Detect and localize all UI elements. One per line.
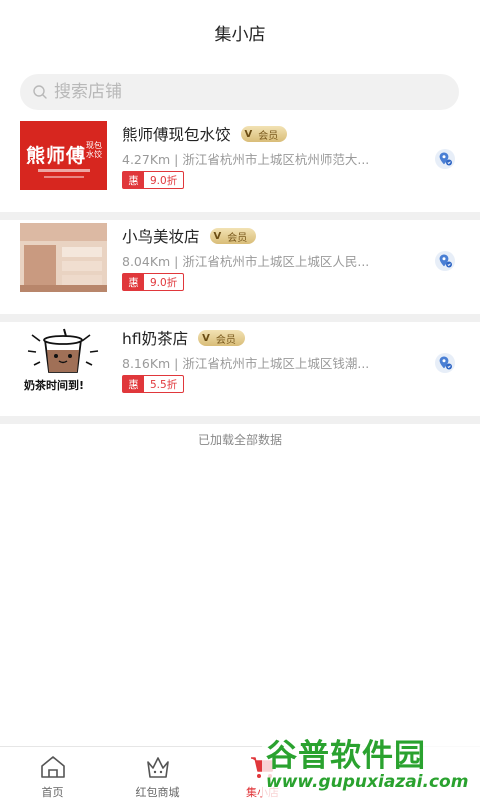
discount-tag: 惠: [123, 376, 144, 392]
discount-rate: 5.5折: [150, 378, 178, 391]
store-name: hfl奶茶店: [122, 330, 189, 348]
logo-text: 熊师傅: [26, 145, 87, 167]
tab-label: 首页: [41, 786, 64, 799]
location-navigate-icon[interactable]: [434, 352, 456, 374]
home-icon: [40, 756, 65, 778]
discount-rate: 9.0折: [150, 276, 178, 289]
discount-badge: 惠 9.0折: [122, 273, 185, 291]
member-badge: V 会员: [198, 330, 245, 346]
store-logo-xiongshifu: 熊师傅 现包水饺: [20, 121, 107, 190]
store-item[interactable]: 熊师傅 现包水饺 熊师傅现包水饺 V 会员 4.27Km | 浙江省杭州市上城区杭…: [0, 118, 480, 212]
store-name: 熊师傅现包水饺: [122, 126, 231, 144]
discount-tag: 惠: [123, 274, 144, 290]
search-icon: [33, 85, 47, 99]
divider: [0, 212, 480, 220]
store-item[interactable]: 小鸟美妆店 V 会员 8.04Km | 浙江省杭州市上城区上城区人民... 惠 9…: [0, 220, 480, 314]
store-list: 熊师傅 现包水饺 熊师傅现包水饺 V 会员 4.27Km | 浙江省杭州市上城区杭…: [0, 118, 480, 424]
vip-icon: V: [202, 332, 210, 344]
all-loaded-text: 已加载全部数据: [197, 433, 282, 447]
logo-caption: 奶茶时间到!: [24, 379, 85, 392]
watermark-url: www.gupuxiazai.com: [266, 772, 469, 792]
store-distance-address: 8.04Km | 浙江省杭州市上城区上城区人民...: [122, 254, 370, 269]
location-navigate-icon[interactable]: [434, 250, 456, 272]
member-label: 会员: [227, 232, 248, 244]
store-name: 小鸟美妆店: [122, 228, 200, 246]
store-photo-xiaoniao: [20, 223, 107, 292]
member-label: 会员: [258, 130, 279, 142]
store-logo-milk-tea: 奶茶时间到!: [20, 325, 107, 394]
page-header: 集小店: [0, 0, 480, 64]
store-distance-address: 4.27Km | 浙江省杭州市上城区杭州师范大...: [122, 152, 370, 167]
vip-icon: V: [213, 230, 222, 242]
member-label: 会员: [215, 334, 236, 346]
vip-icon: V: [244, 128, 253, 140]
tab-label: 红包商城: [135, 786, 180, 799]
watermark: 谷普软件园 www.gupuxiazai.com: [262, 726, 480, 800]
tab-red-packet-mall[interactable]: 红包商城: [105, 747, 210, 800]
page-title: 集小店: [214, 24, 266, 45]
store-item[interactable]: 奶茶时间到! hfl奶茶店 V 会员 8.16Km | 浙江省杭州市上城区上城区钱…: [0, 322, 480, 416]
divider: [0, 416, 480, 424]
logo-side-text: 现包水饺: [86, 141, 102, 159]
location-navigate-icon[interactable]: [434, 148, 456, 170]
member-badge: V 会员: [209, 228, 257, 244]
member-badge: V 会员: [240, 126, 288, 142]
crown-icon: [146, 757, 169, 778]
discount-rate: 9.0折: [150, 174, 178, 187]
search-input[interactable]: [54, 82, 434, 102]
watermark-title: 谷普软件园: [266, 738, 426, 774]
search-bar[interactable]: [20, 74, 459, 110]
store-distance-address: 8.16Km | 浙江省杭州市上城区上城区钱潮...: [122, 356, 370, 371]
discount-badge: 惠 5.5折: [122, 375, 185, 393]
discount-badge: 惠 9.0折: [122, 171, 185, 189]
divider: [0, 314, 480, 322]
tab-home[interactable]: 首页: [0, 747, 105, 800]
discount-tag: 惠: [123, 172, 144, 188]
